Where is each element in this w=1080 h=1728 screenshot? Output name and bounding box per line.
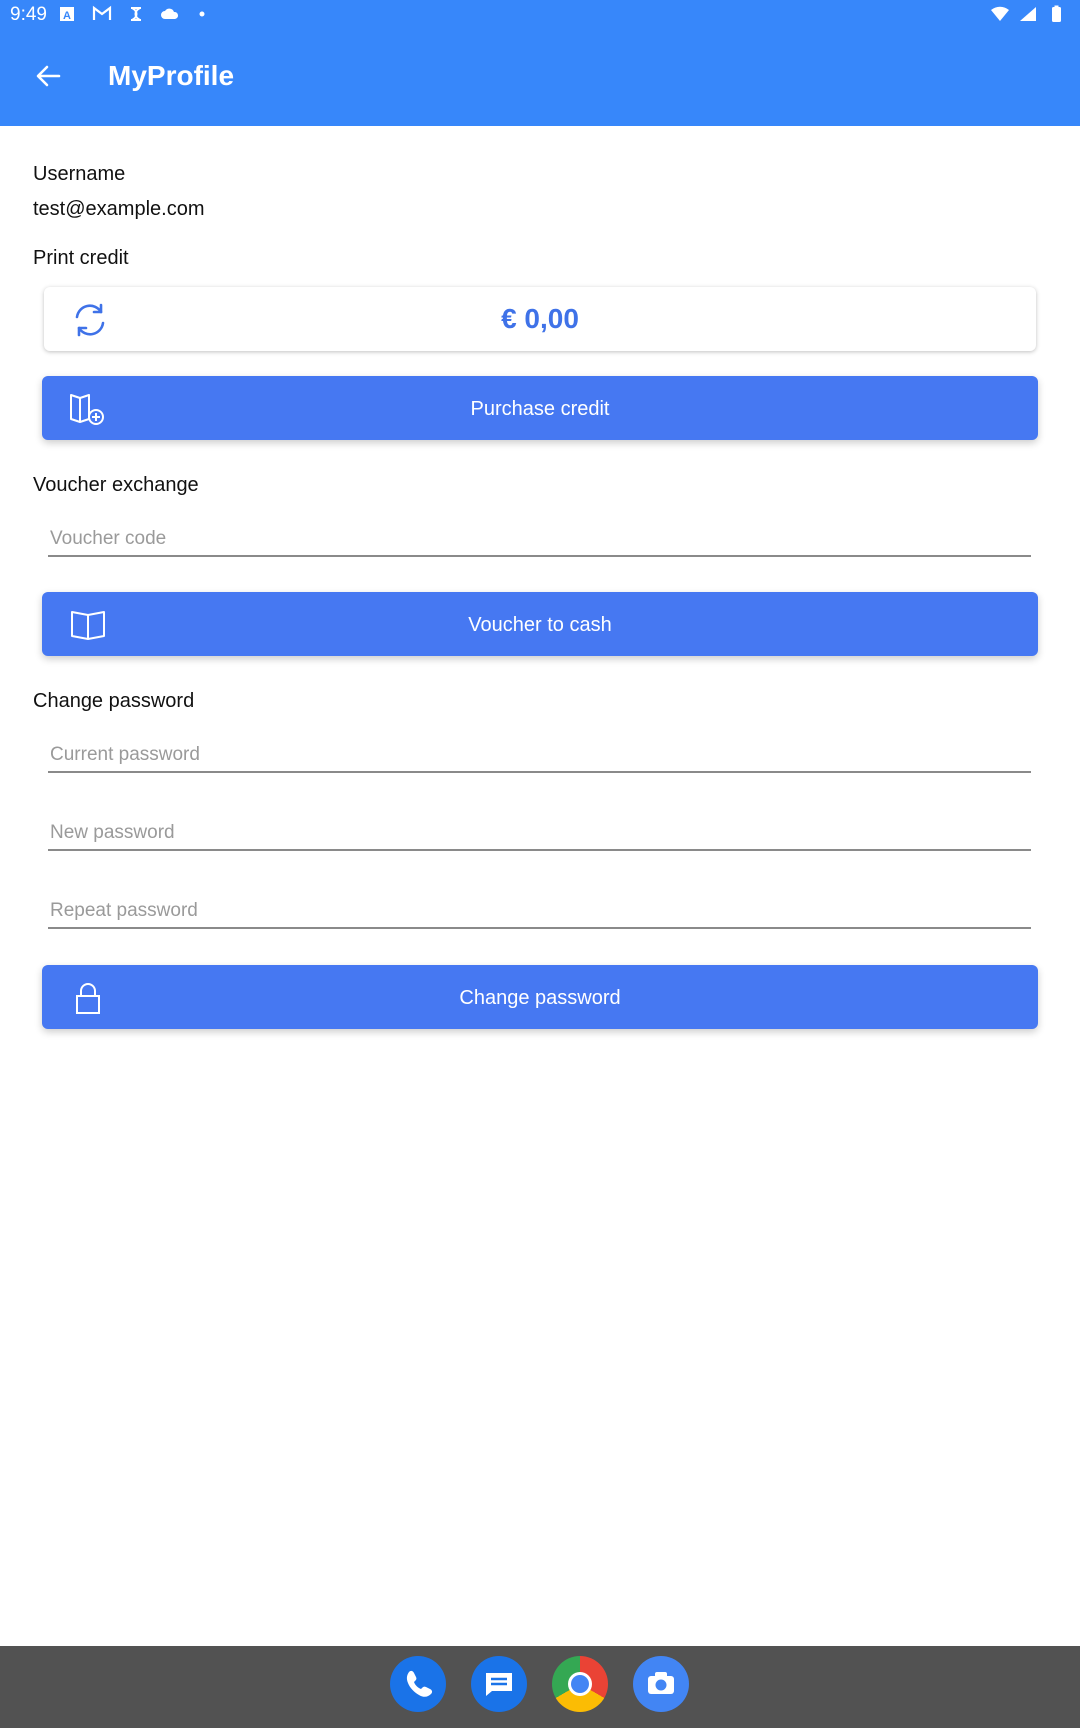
purchase-credit-button[interactable]: Purchase credit: [42, 376, 1038, 440]
wifi-icon: [991, 6, 1009, 21]
purchase-credit-label: Purchase credit: [470, 398, 610, 420]
phone-icon[interactable]: [390, 1656, 446, 1712]
current-password-input[interactable]: [48, 743, 1035, 767]
status-time: 9:49: [10, 4, 47, 25]
page-title: MyProfile: [108, 60, 235, 91]
username-label: Username: [33, 163, 126, 185]
messages-icon[interactable]: [471, 1656, 527, 1712]
camera-icon[interactable]: [633, 1656, 689, 1712]
cloud-icon: [161, 8, 179, 19]
notification-a-icon: A: [60, 7, 74, 22]
voucher-code-field[interactable]: [48, 511, 1035, 557]
top-bar: 9:49 A MyProfile: [0, 0, 1080, 126]
repeat-password-input[interactable]: [48, 899, 1035, 923]
voucher-code-input[interactable]: [48, 527, 1035, 551]
current-password-field[interactable]: [48, 727, 1035, 773]
change-password-button[interactable]: Change password: [42, 965, 1038, 1029]
new-password-field[interactable]: [48, 805, 1035, 851]
change-password-label: Change password: [459, 987, 621, 1009]
change-password-section-label: Change password: [33, 690, 195, 712]
repeat-password-field[interactable]: [48, 883, 1035, 929]
chrome-icon[interactable]: [552, 1656, 608, 1712]
sync-icon: [131, 7, 141, 21]
navigation-dock: [0, 1646, 1080, 1728]
signal-icon: [1020, 7, 1036, 21]
gmail-icon: [92, 5, 112, 20]
back-button[interactable]: [28, 56, 68, 96]
dot-icon: [199, 11, 205, 17]
status-bar: 9:49 A: [0, 0, 1080, 32]
new-password-input[interactable]: [48, 821, 1035, 845]
battery-icon: [1052, 5, 1061, 22]
arrow-left-icon: [36, 65, 61, 87]
app-bar: MyProfile: [0, 32, 1080, 118]
voucher-section-label: Voucher exchange: [33, 474, 199, 496]
voucher-to-cash-label: Voucher to cash: [468, 614, 612, 636]
username-value: test@example.com: [33, 198, 205, 220]
credit-card: € 0,00: [44, 287, 1036, 351]
svg-text:A: A: [63, 10, 71, 22]
credit-amount: € 0,00: [501, 303, 579, 334]
print-credit-label: Print credit: [33, 247, 129, 269]
voucher-to-cash-button[interactable]: Voucher to cash: [42, 592, 1038, 656]
